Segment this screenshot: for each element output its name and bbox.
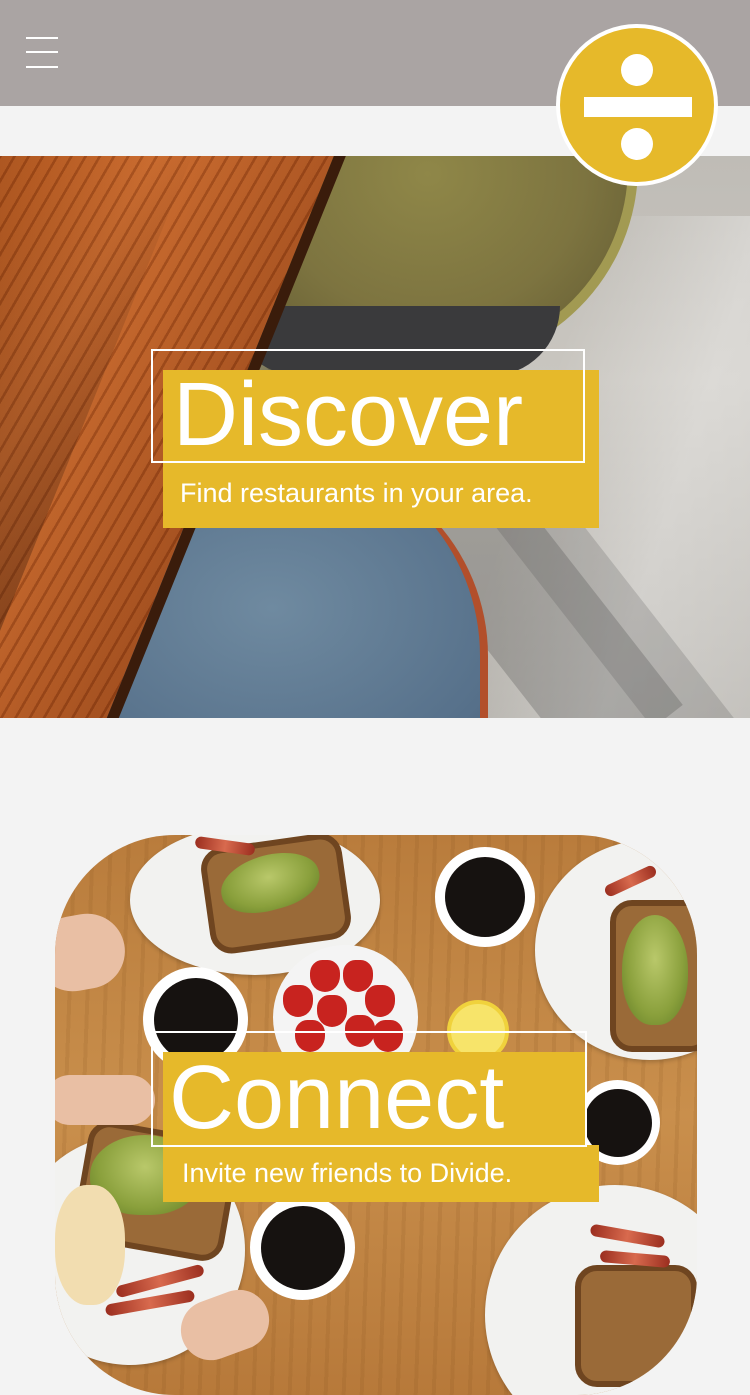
strawberry xyxy=(310,960,340,992)
menu-line xyxy=(26,51,58,53)
avocado xyxy=(622,915,688,1025)
menu-line xyxy=(26,37,58,39)
connect-subtitle: Invite new friends to Divide. xyxy=(163,1145,599,1202)
discover-subtitle: Find restaurants in your area. xyxy=(163,458,599,528)
discover-title-outline xyxy=(151,349,585,463)
strawberry xyxy=(283,985,313,1017)
strawberry xyxy=(365,985,395,1017)
coffee xyxy=(445,857,525,937)
logo-bar xyxy=(584,97,692,117)
divide-sign-logo-icon xyxy=(560,28,714,182)
menu-line xyxy=(26,66,58,68)
coffee-cup xyxy=(250,1195,355,1300)
hand xyxy=(55,907,131,998)
logo-dot-top xyxy=(621,54,653,86)
connect-title-outline xyxy=(151,1031,587,1147)
hamburger-menu-icon[interactable] xyxy=(26,36,58,70)
avocado-toast xyxy=(575,1265,697,1387)
coffee-cup xyxy=(435,847,535,947)
logo-dot-bottom xyxy=(621,128,653,160)
strawberry xyxy=(317,995,347,1027)
coffee xyxy=(260,1205,345,1290)
fried-egg xyxy=(55,1185,125,1305)
hand xyxy=(55,1075,155,1125)
divide-logo[interactable] xyxy=(556,24,718,186)
